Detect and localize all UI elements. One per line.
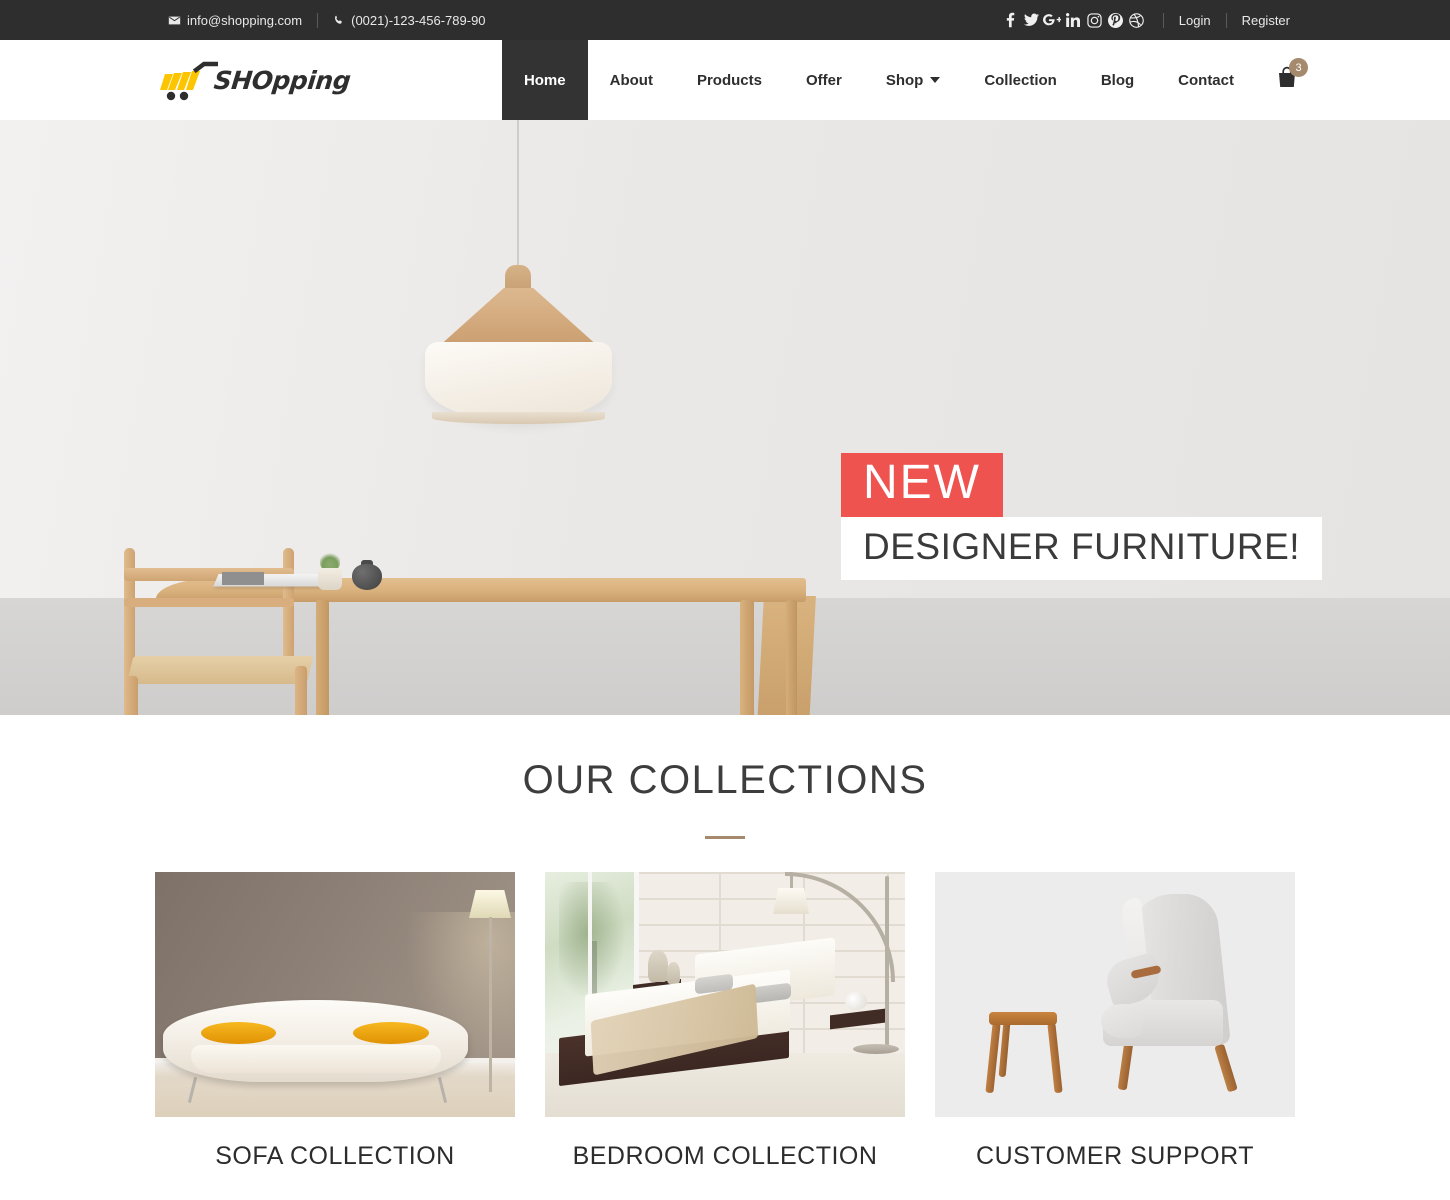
cart-count-badge: 3 bbox=[1289, 58, 1308, 77]
hero-headline: DESIGNER FURNITURE! bbox=[841, 517, 1323, 580]
bedroom-collection-label: BEDROOM COLLECTION bbox=[572, 1142, 878, 1170]
collections-section: OUR COLLECTIONS SOFA COLLECTION BEDROOM … bbox=[0, 715, 1450, 1171]
phone-icon bbox=[333, 14, 345, 27]
nav-label-contact: Contact bbox=[1178, 71, 1234, 89]
nav-label-offer: Offer bbox=[805, 71, 842, 89]
section-divider bbox=[705, 836, 745, 839]
section-title: OUR COLLECTIONS bbox=[522, 758, 928, 802]
nav-label-collection: Collection bbox=[984, 71, 1057, 89]
twitter-icon[interactable] bbox=[1022, 10, 1041, 30]
nav-label-about: About bbox=[609, 71, 653, 89]
social-links bbox=[1001, 10, 1148, 30]
contact-phone-text: (0021)-123-456-789-90 bbox=[351, 12, 486, 28]
cart-button[interactable]: 3 bbox=[1256, 40, 1310, 120]
contact-email[interactable]: info@shopping.com bbox=[168, 13, 302, 28]
top-bar-contact: info@shopping.com (0021)-123-456-789-90 bbox=[168, 0, 486, 40]
top-bar-divider bbox=[317, 12, 319, 28]
collection-card-bedroom[interactable]: BEDROOM COLLECTION bbox=[545, 872, 905, 1171]
contact-email-text: info@shopping.com bbox=[187, 12, 303, 28]
nav-item-home[interactable]: Home bbox=[501, 40, 588, 120]
auth-links: Login Register bbox=[1179, 12, 1290, 28]
nav-label-shop: Shop bbox=[885, 71, 924, 89]
nav-item-collection[interactable]: Collection bbox=[962, 40, 1079, 120]
dribbble-icon[interactable] bbox=[1127, 10, 1146, 30]
site-logo[interactable]: SHOpping bbox=[160, 40, 352, 120]
contact-phone[interactable]: (0021)-123-456-789-90 bbox=[333, 12, 486, 28]
chevron-down-icon bbox=[930, 77, 941, 83]
top-bar: info@shopping.com (0021)-123-456-789-90 bbox=[0, 0, 1450, 40]
nav-item-shop[interactable]: Shop bbox=[864, 40, 963, 120]
collection-card-sofa[interactable]: SOFA COLLECTION bbox=[155, 872, 515, 1171]
nav-item-products[interactable]: Products bbox=[675, 40, 784, 120]
site-logo-text: SHOpping bbox=[212, 65, 352, 95]
hero-banner: NEW DESIGNER FURNITURE! bbox=[841, 453, 1323, 580]
nav-item-offer[interactable]: Offer bbox=[784, 40, 864, 120]
facebook-icon[interactable] bbox=[1001, 10, 1020, 30]
collection-card-support[interactable]: CUSTOMER SUPPORT bbox=[935, 872, 1295, 1171]
customer-support-image[interactable] bbox=[935, 872, 1295, 1117]
pinterest-icon[interactable] bbox=[1106, 10, 1125, 30]
bedroom-collection-image[interactable] bbox=[545, 872, 905, 1117]
customer-support-label: CUSTOMER SUPPORT bbox=[976, 1142, 1254, 1170]
auth-divider-right bbox=[1225, 12, 1227, 28]
hero-badge: NEW bbox=[841, 453, 1003, 517]
nav-label-home: Home bbox=[523, 71, 566, 89]
main-navigation: Home About Products Offer Shop Collectio… bbox=[501, 40, 1310, 120]
nav-item-about[interactable]: About bbox=[588, 40, 675, 120]
shopping-cart-logo-icon bbox=[160, 60, 220, 101]
login-link[interactable]: Login bbox=[1179, 13, 1211, 28]
collection-cards: SOFA COLLECTION BEDROOM COLLECTION CUSTO… bbox=[0, 872, 1450, 1171]
nav-item-blog[interactable]: Blog bbox=[1079, 40, 1156, 120]
site-header: SHOpping Home About Products Offer Shop … bbox=[0, 40, 1450, 120]
auth-divider-left bbox=[1162, 12, 1164, 28]
sofa-collection-image[interactable] bbox=[155, 872, 515, 1117]
nav-label-blog: Blog bbox=[1100, 71, 1135, 89]
sofa-collection-label: SOFA COLLECTION bbox=[215, 1142, 455, 1170]
register-link[interactable]: Register bbox=[1242, 13, 1290, 28]
instagram-icon[interactable] bbox=[1085, 10, 1104, 30]
linkedin-icon[interactable] bbox=[1064, 10, 1083, 30]
google-plus-icon[interactable] bbox=[1043, 10, 1062, 30]
hero-section: NEW DESIGNER FURNITURE! bbox=[0, 120, 1450, 715]
envelope-icon bbox=[168, 14, 181, 27]
nav-label-products: Products bbox=[696, 71, 762, 89]
nav-item-contact[interactable]: Contact bbox=[1156, 40, 1256, 120]
top-bar-right: Login Register bbox=[1001, 0, 1290, 40]
